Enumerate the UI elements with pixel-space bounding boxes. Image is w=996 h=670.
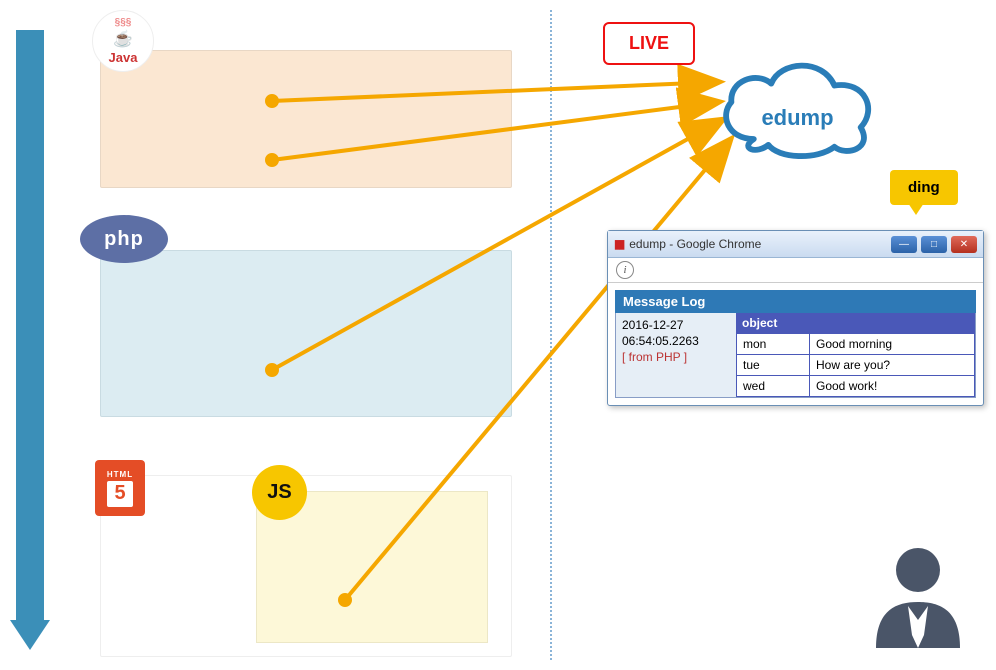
table-row: tueHow are you?	[737, 355, 975, 376]
object-header: object	[736, 313, 975, 333]
php-icon: php	[80, 215, 168, 263]
ding-bubble: ding	[890, 170, 958, 205]
java-icon: §§§ ☕ Java	[92, 10, 154, 72]
minimize-button[interactable]: —	[891, 236, 917, 253]
user-icon	[866, 540, 971, 655]
php-block	[100, 250, 512, 417]
object-table: monGood morning tueHow are you? wedGood …	[736, 333, 975, 397]
java-block	[100, 50, 512, 188]
log-window: ▮▮ edump - Google Chrome — □ ✕ i Message…	[607, 230, 984, 406]
edump-cloud-icon: edump	[710, 50, 885, 160]
log-time: 06:54:05.2263	[622, 333, 730, 349]
table-row: wedGood work!	[737, 376, 975, 397]
pause-icon: ▮▮	[614, 237, 623, 251]
info-icon[interactable]: i	[616, 261, 634, 279]
log-entry: 2016-12-27 06:54:05.2263 [ from PHP ] ob…	[615, 313, 976, 398]
log-date: 2016-12-27	[622, 317, 730, 333]
time-flow-arrow: time flow.	[10, 30, 50, 650]
js-icon: JS	[252, 465, 307, 520]
window-titlebar[interactable]: ▮▮ edump - Google Chrome — □ ✕	[608, 231, 983, 258]
html5-icon: HTML 5	[95, 460, 145, 516]
window-urlbar: i	[608, 258, 983, 283]
html-block	[100, 475, 512, 657]
message-log-header: Message Log	[615, 290, 976, 313]
maximize-button[interactable]: □	[921, 236, 947, 253]
live-badge: LIVE	[603, 22, 695, 65]
window-title: edump - Google Chrome	[629, 237, 761, 251]
close-button[interactable]: ✕	[951, 236, 977, 253]
log-source: [ from PHP ]	[622, 349, 730, 365]
divider-line	[550, 10, 552, 660]
table-row: monGood morning	[737, 334, 975, 355]
